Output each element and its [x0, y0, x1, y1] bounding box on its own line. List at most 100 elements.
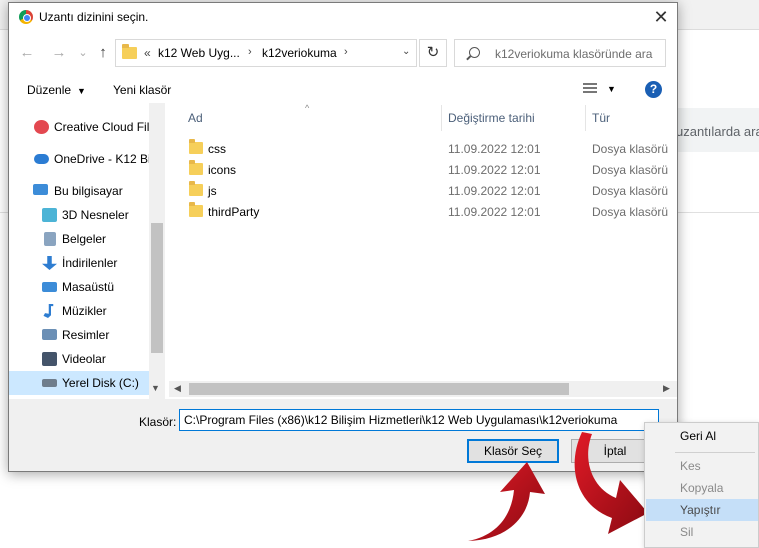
command-toolbar: Düzenle ▼ Yeni klasör ▼ ? [9, 75, 677, 103]
folder-search-box[interactable]: k12veriokuma klasöründe ara [454, 39, 666, 67]
menu-item-undo[interactable]: Geri Al [646, 425, 758, 447]
sidebar-item-label: Belgeler [62, 232, 107, 246]
file-type: Dosya klasörü [592, 205, 669, 219]
menu-item-delete[interactable]: Sil [646, 521, 758, 543]
context-menu: Geri Al Kes Kopyala Yapıştır Sil [644, 422, 759, 548]
sidebar-item-documents[interactable]: Belgeler [9, 227, 149, 251]
caret-down-icon[interactable]: ▼ [607, 84, 616, 94]
scroll-right-icon[interactable]: ▶ [663, 383, 670, 394]
column-header-type[interactable]: Tür [592, 111, 610, 125]
scroll-left-icon[interactable]: ◀ [174, 383, 181, 394]
computer-icon [33, 184, 48, 195]
help-icon[interactable]: ? [645, 81, 662, 98]
menu-item-paste[interactable]: Yapıştır [646, 499, 758, 521]
extensions-search-placeholder: uzantılarda ara [676, 124, 759, 139]
sidebar-item-downloads[interactable]: İndirilenler [9, 251, 149, 275]
sidebar-item-label: İndirilenler [62, 256, 118, 270]
sidebar-item-videos[interactable]: Videolar [9, 347, 149, 371]
file-name: js [208, 184, 217, 198]
breadcrumb-segment[interactable]: k12 Web Uyg... [158, 46, 240, 60]
desktop-icon [42, 282, 57, 292]
new-folder-button[interactable]: Yeni klasör [113, 83, 171, 97]
recent-locations-icon[interactable]: ⌄ [73, 43, 93, 63]
folder-icon [189, 139, 203, 154]
navigation-row: ← → ⌄ ↑ « k12 Web Uyg... › k12veriokuma … [9, 35, 677, 71]
sort-caret-icon: ^ [305, 103, 310, 113]
disk-icon [42, 379, 57, 387]
sidebar-item-label: Creative Cloud Fil [54, 120, 150, 134]
folder-picker-dialog: Uzantı dizinini seçin. ✕ ← → ⌄ ↑ « k12 W… [8, 2, 678, 472]
organize-label: Düzenle [27, 83, 72, 97]
sidebar-item-creative-cloud[interactable]: Creative Cloud Fil [9, 115, 149, 139]
navigation-scrollbar[interactable]: ▼ [149, 103, 165, 399]
sidebar-item-onedrive[interactable]: OneDrive - K12 Bil [9, 147, 153, 171]
sidebar-item-label: Yerel Disk (C:) [62, 376, 139, 390]
music-icon [43, 304, 54, 318]
column-header-name[interactable]: Ad [188, 111, 203, 125]
folder-icon [189, 181, 203, 196]
folder-path-input[interactable]: C:\Program Files (x86)\k12 Bilişim Hizme… [179, 409, 659, 431]
sidebar-item-label: 3D Nesneler [62, 208, 129, 222]
menu-item-cut[interactable]: Kes [646, 455, 758, 477]
file-name: thirdParty [208, 205, 260, 219]
navigation-pane: Creative Cloud Fil OneDrive - K12 Bil Bu… [9, 103, 165, 399]
file-name: icons [208, 163, 237, 177]
cube-icon [42, 208, 57, 222]
folder-icon [189, 160, 203, 175]
video-icon [42, 352, 57, 366]
chevron-down-icon[interactable]: ⌄ [402, 46, 410, 57]
scrollbar-thumb[interactable] [151, 223, 163, 353]
file-name: css [208, 142, 226, 156]
sidebar-item-local-disk[interactable]: Yerel Disk (C:) [9, 371, 149, 395]
horizontal-scrollbar[interactable]: ◀ ▶ [169, 381, 677, 397]
document-icon [44, 232, 56, 246]
menu-item-copy[interactable]: Kopyala [646, 477, 758, 499]
address-overflow-icon[interactable]: « [144, 46, 151, 60]
select-folder-button[interactable]: Klasör Seç [467, 439, 559, 463]
column-divider[interactable] [441, 105, 442, 131]
up-arrow-icon[interactable]: ↑ [93, 43, 113, 63]
scroll-down-icon[interactable]: ▼ [151, 383, 160, 393]
column-divider[interactable] [585, 105, 586, 131]
sidebar-item-label: Videolar [62, 352, 106, 366]
search-icon [469, 47, 480, 58]
sidebar-item-music[interactable]: Müzikler [9, 299, 149, 323]
pictures-icon [42, 329, 57, 340]
organize-menu[interactable]: Düzenle ▼ [27, 83, 86, 97]
menu-separator [675, 452, 755, 453]
file-type: Dosya klasörü [592, 163, 669, 177]
file-row[interactable]: thirdParty 11.09.2022 12:01 Dosya klasör… [179, 201, 669, 222]
file-date: 11.09.2022 12:01 [448, 142, 541, 156]
sidebar-item-this-pc[interactable]: Bu bilgisayar [9, 179, 149, 203]
file-date: 11.09.2022 12:01 [448, 184, 541, 198]
breadcrumb-segment[interactable]: k12veriokuma [262, 46, 337, 60]
file-date: 11.09.2022 12:01 [448, 205, 541, 219]
column-header-date[interactable]: Değiştirme tarihi [448, 111, 535, 125]
dialog-title: Uzantı dizinini seçin. [39, 10, 149, 24]
scrollbar-thumb[interactable] [189, 383, 569, 395]
address-bar[interactable]: « k12 Web Uyg... › k12veriokuma › ⌄ [115, 39, 417, 67]
view-options-icon[interactable] [583, 83, 597, 95]
onedrive-icon [34, 154, 49, 164]
file-list: ^ Ad Değiştirme tarihi Tür css 11.09.202… [169, 103, 677, 399]
close-button[interactable]: ✕ [651, 7, 671, 27]
chevron-right-icon[interactable]: › [344, 46, 348, 58]
file-type: Dosya klasörü [592, 184, 669, 198]
refresh-button[interactable]: ↻ [419, 39, 447, 67]
forward-arrow-icon[interactable]: → [49, 43, 69, 63]
file-row[interactable]: js 11.09.2022 12:01 Dosya klasörü [179, 180, 669, 201]
sidebar-item-3d-objects[interactable]: 3D Nesneler [9, 203, 149, 227]
dialog-footer: Klasör: C:\Program Files (x86)\k12 Biliş… [9, 399, 677, 471]
file-row[interactable]: icons 11.09.2022 12:01 Dosya klasörü [179, 159, 669, 180]
back-arrow-icon[interactable]: ← [17, 43, 37, 63]
chrome-icon [19, 10, 33, 24]
sidebar-item-desktop[interactable]: Masaüstü [9, 275, 149, 299]
sidebar-item-pictures[interactable]: Resimler [9, 323, 149, 347]
sidebar-item-label: OneDrive - K12 Bil [54, 152, 154, 166]
sidebar-item-label: Bu bilgisayar [54, 184, 123, 198]
file-row[interactable]: css 11.09.2022 12:01 Dosya klasörü [179, 138, 669, 159]
chevron-right-icon[interactable]: › [248, 46, 252, 58]
search-placeholder: k12veriokuma klasöründe ara [495, 47, 653, 61]
title-bar: Uzantı dizinini seçin. ✕ [9, 3, 677, 31]
file-type: Dosya klasörü [592, 142, 669, 156]
